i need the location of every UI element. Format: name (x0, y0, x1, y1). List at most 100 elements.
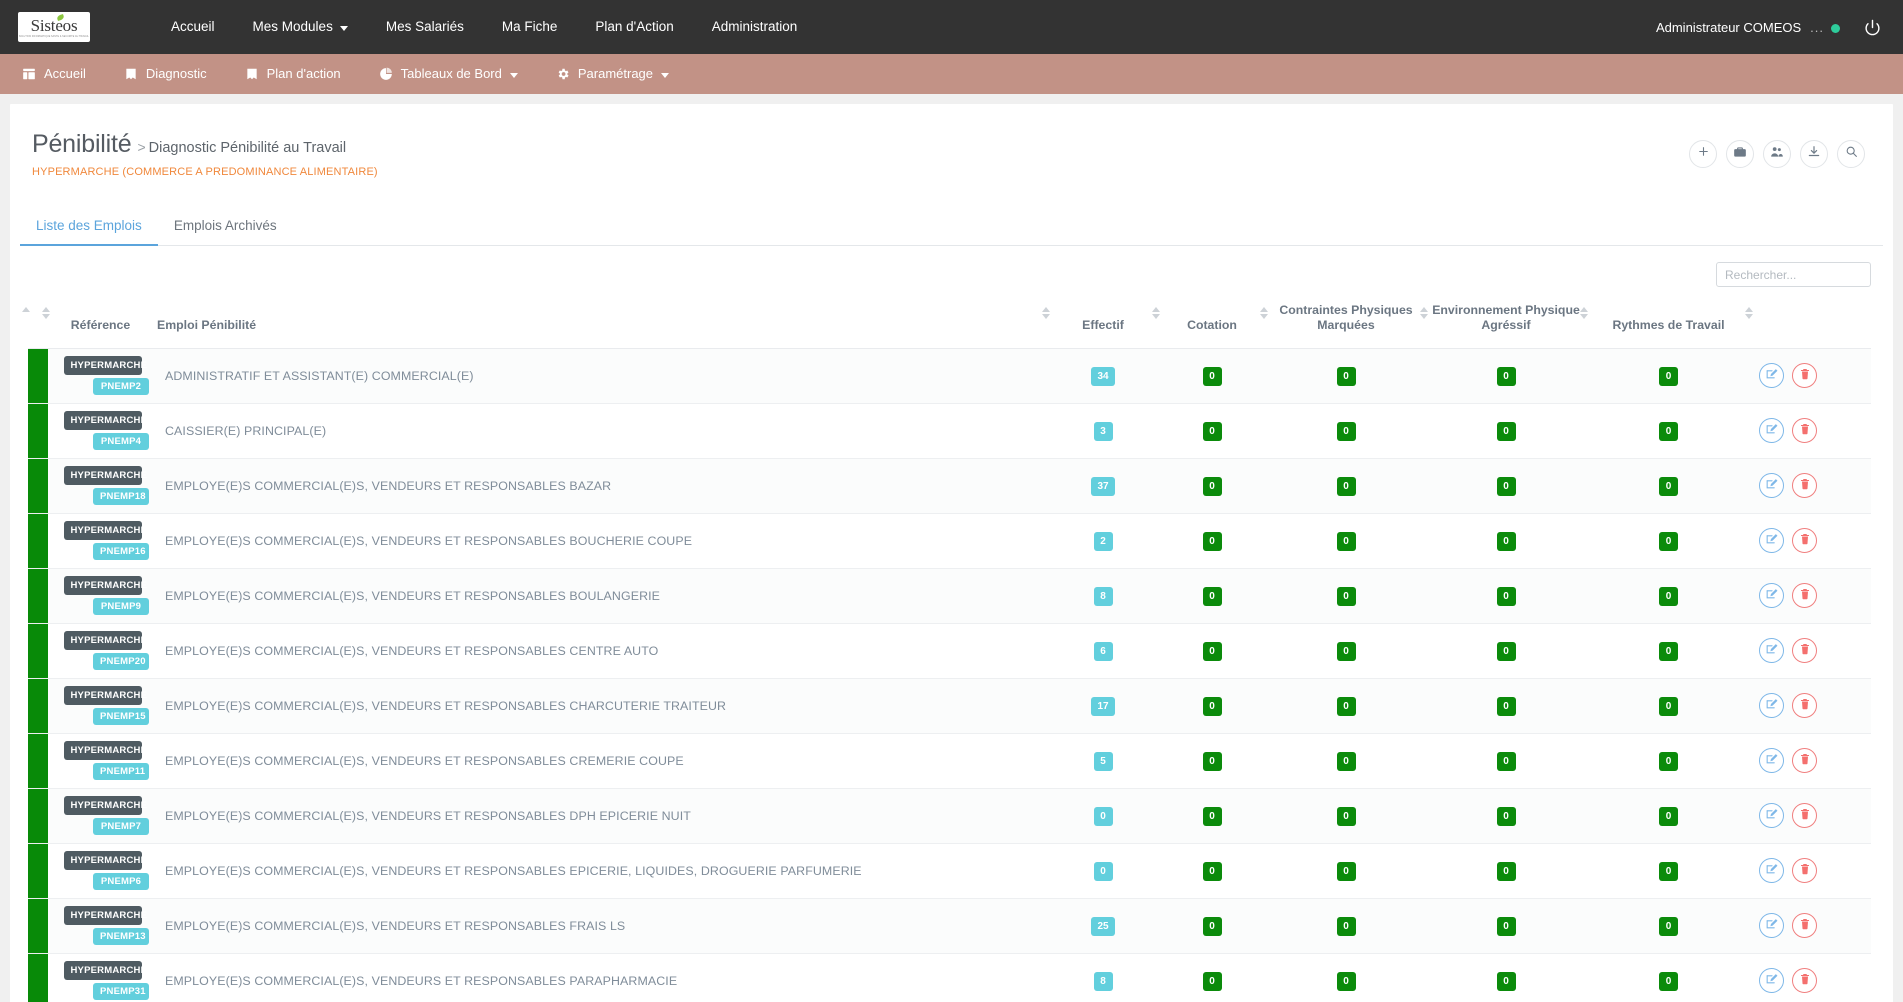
table-row[interactable]: HYPERMARCHE PNEMP16 EMPLOYE(E)S COMMERCIAL… (28, 513, 1871, 569)
subnav-item-diagnostic[interactable]: Diagnostic (105, 54, 226, 94)
table-row[interactable]: HYPERMARCHE PNEMP31 EMPLOYE(E)S COMMERCIAL… (28, 953, 1871, 1002)
subnav-item-tableaux-de-bord[interactable]: Tableaux de Bord (360, 54, 537, 94)
group-button[interactable] (1763, 140, 1791, 168)
edit-row-button[interactable] (1759, 528, 1784, 554)
delete-row-button[interactable] (1792, 638, 1817, 664)
edit-row-button[interactable] (1759, 968, 1784, 994)
status-bar (28, 458, 48, 513)
table-row[interactable]: HYPERMARCHE PNEMP7 EMPLOYE(E)S COMMERCIAL(… (28, 788, 1871, 844)
delete-row-button[interactable] (1792, 363, 1817, 389)
edit-row-button[interactable] (1759, 913, 1784, 939)
row-effectif-cell: 0 (1048, 788, 1158, 843)
edit-row-button[interactable] (1759, 638, 1784, 664)
topnav-item-plan-daction[interactable]: Plan d'Action (576, 0, 692, 54)
row-rythmes-cell: 0 (1586, 348, 1751, 403)
row-status-bar-cell (28, 348, 48, 403)
tab-liste-des-emplois[interactable]: Liste des Emplois (20, 208, 158, 246)
tab-emplois-archives[interactable]: Emplois Archivés (158, 208, 293, 246)
contraintes-badge: 0 (1336, 696, 1356, 716)
table-row[interactable]: HYPERMARCHE PNEMP15 EMPLOYE(E)S COMMERCIAL… (28, 678, 1871, 734)
topnav-item-accueil[interactable]: Accueil (152, 0, 234, 54)
rythmes-badge: 0 (1659, 751, 1678, 771)
row-emploi-cell: EMPLOYE(E)S COMMERCIAL(E)S, VENDEURS ET … (153, 843, 1048, 898)
row-contraintes-cell: 0 (1266, 788, 1426, 843)
trash-icon (1799, 367, 1811, 385)
delete-row-button[interactable] (1792, 968, 1817, 994)
col-header-status[interactable] (22, 295, 48, 349)
delete-row-button[interactable] (1792, 693, 1817, 719)
subnav-item-accueil[interactable]: Accueil (22, 54, 105, 94)
edit-row-button[interactable] (1759, 693, 1784, 719)
emploi-label: EMPLOYE(E)S COMMERCIAL(E)S, VENDEURS ET … (165, 863, 862, 878)
col-header-emploi[interactable]: Emploi Pénibilité (153, 295, 1048, 349)
row-environnement-cell: 0 (1426, 788, 1586, 843)
rythmes-badge: 0 (1659, 806, 1678, 826)
delete-row-button[interactable] (1792, 418, 1817, 444)
sisteos-logo[interactable]: Sisteos SOLUTION INFORMATIQUE SANTE & SE… (18, 12, 90, 42)
pencil-square-icon (1765, 587, 1778, 605)
row-emploi-cell: EMPLOYE(E)S COMMERCIAL(E)S, VENDEURS ET … (153, 733, 1048, 788)
table-row[interactable]: HYPERMARCHE PNEMP11 EMPLOYE(E)S COMMERCIAL… (28, 733, 1871, 789)
edit-row-button[interactable] (1759, 748, 1784, 774)
topnav-item-ma-fiche[interactable]: Ma Fiche (483, 0, 577, 54)
delete-row-button[interactable] (1792, 528, 1817, 554)
edit-row-button[interactable] (1759, 363, 1784, 389)
col-header-environnement-physique[interactable]: Environnement Physique Agréssif (1420, 295, 1586, 349)
trash-icon (1799, 862, 1811, 880)
contraintes-badge: 0 (1336, 531, 1356, 551)
power-icon[interactable] (1864, 19, 1881, 36)
row-contraintes-cell: 0 (1266, 898, 1426, 953)
edit-row-button[interactable] (1759, 803, 1784, 829)
col-header-reference[interactable]: Référence (42, 295, 153, 349)
subnav-item-parametrage[interactable]: Paramétrage (537, 54, 688, 94)
row-emploi-cell: EMPLOYE(E)S COMMERCIAL(E)S, VENDEURS ET … (153, 513, 1048, 568)
topnav-item-administration[interactable]: Administration (693, 0, 817, 54)
col-header-contraintes-physiques[interactable]: Contraintes Physiques Marquées (1260, 295, 1426, 349)
edit-row-button[interactable] (1759, 418, 1784, 444)
user-name-label[interactable]: Administrateur COMEOS (1656, 20, 1801, 35)
edit-row-button[interactable] (1759, 583, 1784, 609)
user-menu-ellipsis[interactable]: ... (1810, 20, 1824, 35)
delete-row-button[interactable] (1792, 473, 1817, 499)
delete-row-button[interactable] (1792, 803, 1817, 829)
contraintes-badge: 0 (1336, 366, 1356, 386)
row-environnement-cell: 0 (1426, 348, 1586, 403)
col-header-rythmes-de-travail[interactable]: Rythmes de Travail (1580, 295, 1751, 349)
topnav-item-mes-salaries[interactable]: Mes Salariés (367, 0, 483, 54)
row-actions-cell (1751, 898, 1871, 953)
contraintes-badge: 0 (1336, 971, 1356, 991)
row-emploi-cell: EMPLOYE(E)S COMMERCIAL(E)S, VENDEURS ET … (153, 788, 1048, 843)
table-row[interactable]: HYPERMARCHE PNEMP2 ADMINISTRATIF ET ASSIST… (28, 348, 1871, 404)
delete-row-button[interactable] (1792, 583, 1817, 609)
col-header-cotation[interactable]: Cotation (1152, 295, 1266, 349)
row-rythmes-cell: 0 (1586, 458, 1751, 513)
table-row[interactable]: HYPERMARCHE PNEMP18 EMPLOYE(E)S COMMERCIAL… (28, 458, 1871, 514)
download-button[interactable] (1800, 140, 1828, 168)
table-row[interactable]: HYPERMARCHE PNEMP6 EMPLOYE(E)S COMMERCIAL(… (28, 843, 1871, 899)
table-row[interactable]: HYPERMARCHE PNEMP9 EMPLOYE(E)S COMMERCIAL(… (28, 568, 1871, 624)
topnav-item-mes-modules[interactable]: Mes Modules (234, 0, 367, 54)
search-input[interactable] (1716, 262, 1871, 287)
row-emploi-cell: CAISSIER(E) PRINCIPAL(E) (153, 403, 1048, 458)
table-row[interactable]: HYPERMARCHE PNEMP20 EMPLOYE(E)S COMMERCIAL… (28, 623, 1871, 679)
col-header-effectif[interactable]: Effectif (1042, 295, 1158, 349)
row-contraintes-cell: 0 (1266, 458, 1426, 513)
edit-row-button[interactable] (1759, 858, 1784, 884)
rythmes-badge: 0 (1659, 971, 1678, 991)
table-row[interactable]: HYPERMARCHE PNEMP13 EMPLOYE(E)S COMMERCIAL… (28, 898, 1871, 954)
table-row[interactable]: HYPERMARCHE PNEMP4 CAISSIER(E) PRINCIPAL(E… (28, 403, 1871, 459)
environnement-badge: 0 (1496, 806, 1516, 826)
row-environnement-cell: 0 (1426, 733, 1586, 788)
briefcase-button[interactable] (1726, 140, 1754, 168)
edit-row-button[interactable] (1759, 473, 1784, 499)
add-button[interactable] (1689, 140, 1717, 168)
delete-row-button[interactable] (1792, 858, 1817, 884)
subnav-item-plan-daction[interactable]: Plan d'action (226, 54, 360, 94)
row-status-bar-cell (28, 623, 48, 678)
delete-row-button[interactable] (1792, 913, 1817, 939)
delete-row-button[interactable] (1792, 748, 1817, 774)
search-button[interactable] (1837, 140, 1865, 168)
row-reference-cell: HYPERMARCHE PNEMP13 (48, 898, 153, 953)
col-header-actions[interactable] (1745, 295, 1871, 349)
reference-badge: PNEMP9 (93, 598, 149, 616)
